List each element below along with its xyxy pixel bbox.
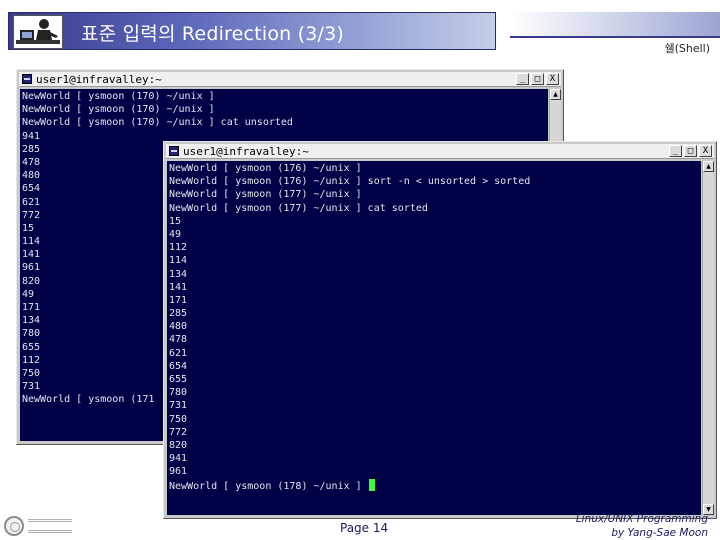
window-titlebar[interactable]: user1@infravalley:~ _ □ X: [166, 144, 714, 159]
maximize-button[interactable]: □: [684, 145, 697, 157]
terminal-line: 772: [169, 426, 188, 438]
window-controls: _ □ X: [669, 145, 712, 157]
university-seal-icon: [4, 516, 24, 536]
terminal-icon: [169, 146, 179, 156]
terminal-icon: [22, 74, 32, 84]
slide-title-bar: 표준 입력의 Redirection (3/3): [8, 12, 496, 50]
minimize-button[interactable]: _: [669, 145, 682, 157]
title-rule: [510, 36, 720, 38]
terminal-line: NewWorld [ ysmoon (170) ~/unix ]: [22, 104, 215, 116]
maximize-button[interactable]: □: [531, 73, 544, 85]
terminal-line: 780: [169, 387, 188, 399]
author-figure-icon: [13, 15, 63, 49]
terminal-line: 941: [169, 453, 188, 465]
terminal-line: 114: [169, 255, 188, 267]
close-button[interactable]: X: [699, 145, 712, 157]
section-label: 쉘(Shell): [664, 42, 710, 55]
terminal-line: NewWorld [ ysmoon (170) ~/unix ] cat uns…: [22, 117, 293, 129]
terminal-line: 15: [169, 215, 182, 227]
terminal-output: NewWorld [ ysmoon (176) ~/unix ] NewWorld…: [167, 161, 701, 479]
terminal-line: 731: [169, 400, 188, 412]
title-gradient: [510, 12, 720, 38]
scroll-up-icon[interactable]: ▲: [550, 89, 561, 100]
slide-title: 표준 입력의 Redirection (3/3): [81, 23, 345, 45]
terminal-line: 171: [169, 294, 188, 306]
course-credits: Linux/UNIX Programming by Yang-Sae Moon: [576, 512, 708, 540]
terminal-line: 480: [169, 321, 188, 333]
terminal-line: 141: [169, 281, 188, 293]
terminal-line: 750: [169, 413, 188, 425]
university-wordmark: [28, 519, 72, 533]
close-button[interactable]: X: [546, 73, 559, 85]
author-name: by Yang-Sae Moon: [611, 527, 708, 539]
terminal-line: 134: [169, 268, 188, 280]
course-name: Linux/UNIX Programming: [575, 513, 708, 525]
text-cursor: [368, 478, 375, 491]
scroll-up-icon[interactable]: ▲: [703, 161, 714, 172]
vertical-scrollbar[interactable]: ▲ ▼: [702, 161, 714, 515]
terminal-line: NewWorld [ ysmoon (176) ~/unix ]: [169, 163, 362, 174]
terminal-prompt-line[interactable]: NewWorld [ ysmoon (178) ~/unix ]: [167, 478, 701, 492]
terminal-screen[interactable]: NewWorld [ ysmoon (176) ~/unix ] NewWorld…: [167, 161, 701, 515]
terminal-line: NewWorld [ ysmoon (170) ~/unix ]: [22, 91, 215, 102]
minimize-button[interactable]: _: [516, 73, 529, 85]
page-number: Page 14: [340, 521, 389, 535]
window-controls: _ □ X: [516, 73, 559, 85]
terminal-line: 49: [169, 228, 182, 240]
window-titlebar[interactable]: user1@infravalley:~ _ □ X: [19, 72, 561, 87]
terminal-line: 655: [169, 374, 188, 385]
terminal-line: 112: [169, 242, 188, 254]
terminal-line: 820: [169, 439, 188, 451]
shell-prompt: NewWorld [ ysmoon (178) ~/unix ]: [169, 480, 368, 492]
terminal-window-sorted[interactable]: user1@infravalley:~ _ □ X NewWorld [ ysm…: [163, 141, 717, 519]
terminal-line: 621: [169, 347, 188, 359]
terminal-line: NewWorld [ ysmoon (177) ~/unix ] cat sor…: [169, 202, 428, 214]
window-title: user1@infravalley:~: [183, 145, 309, 158]
terminal-line: 285: [169, 308, 188, 320]
terminal-line: NewWorld [ ysmoon (177) ~/unix ]: [169, 189, 362, 201]
terminal-line: NewWorld [ ysmoon (176) ~/unix ] sort -n…: [169, 176, 531, 188]
terminal-line: 961: [169, 466, 188, 478]
terminal-line: 654: [169, 360, 188, 372]
university-logo: [4, 514, 72, 538]
window-title: user1@infravalley:~: [36, 73, 162, 86]
terminal-line: 478: [169, 334, 188, 346]
